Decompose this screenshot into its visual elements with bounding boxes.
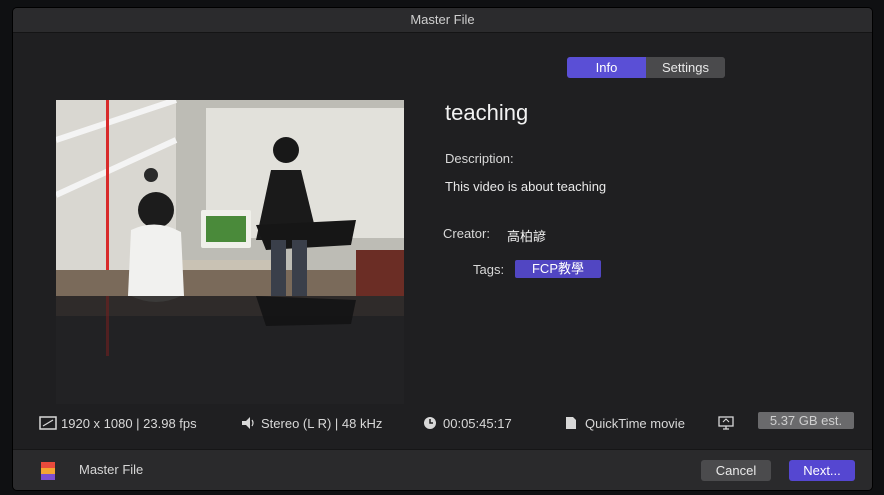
export-info-bar: 1920 x 1080 | 23.98 fps Stereo (L R) | 4… [13,412,872,436]
video-thumbnail-reflection [56,296,404,404]
clock-icon [423,416,437,433]
tag-chip[interactable]: FCP教學 [515,260,601,278]
tab-info[interactable]: Info [567,57,646,78]
window-titlebar: Master File [13,8,872,33]
window-title: Master File [410,12,475,27]
thumbnail-illustration [56,100,404,296]
share-dialog-window: Master File Info Settings teaching Descr… [13,8,872,490]
dialog-footer: Master File Cancel Next... [13,449,872,490]
info-settings-segmented-control[interactable]: Info Settings [567,57,725,78]
creator-field[interactable]: 高柏諺 [507,226,546,245]
cancel-button[interactable]: Cancel [701,460,771,481]
duration-info: 00:05:45:17 [443,416,512,431]
format-info: QuickTime movie [585,416,685,431]
creator-label: Creator: [443,226,490,241]
description-label: Description: [445,151,514,166]
project-title[interactable]: teaching [445,100,528,126]
monitor-icon [718,416,734,433]
resolution-info: 1920 x 1080 | 23.98 fps [61,416,197,431]
reflection-illustration [56,296,404,404]
description-field[interactable]: This video is about teaching [445,179,606,194]
tab-settings[interactable]: Settings [646,57,725,78]
next-button[interactable]: Next... [789,460,855,481]
document-icon [565,416,577,433]
aspect-ratio-icon [39,416,57,433]
master-file-icon [41,462,55,485]
speaker-icon [241,416,257,433]
video-thumbnail [56,100,404,296]
size-estimate-badge: 5.37 GB est. [758,412,854,429]
audio-info: Stereo (L R) | 48 kHz [261,416,383,431]
footer-title: Master File [79,462,144,477]
tags-label: Tags: [473,262,505,277]
